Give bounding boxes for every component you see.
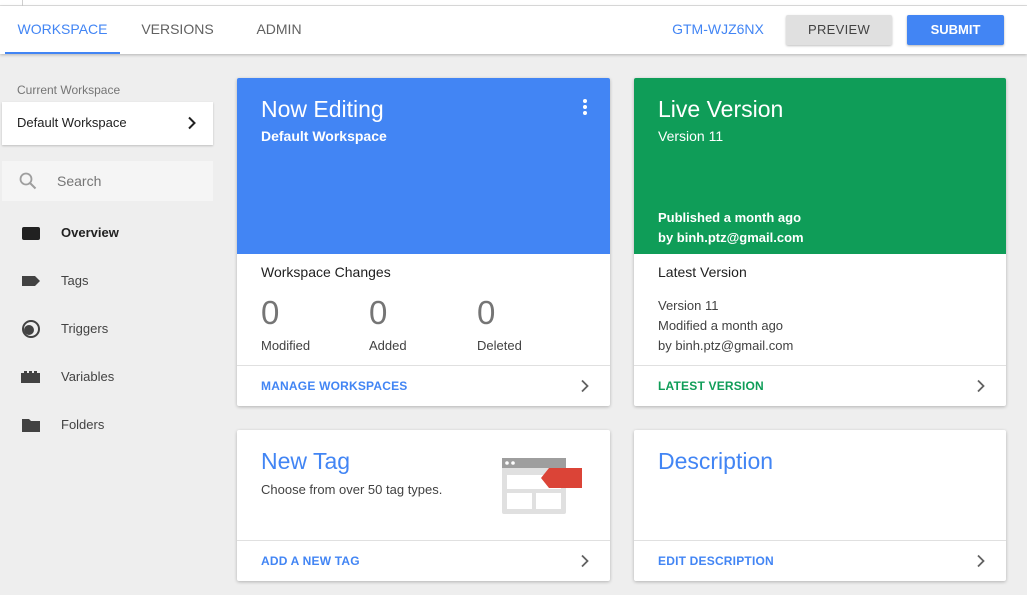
- stat-label: Modified: [261, 338, 311, 353]
- more-vert-icon[interactable]: [580, 99, 590, 117]
- search-box[interactable]: Search: [2, 161, 213, 201]
- sidebar-item-overview[interactable]: Overview: [0, 213, 225, 253]
- stat-modified: 0 Modified: [261, 293, 361, 353]
- description-title: Description: [658, 448, 774, 474]
- live-version-card: Live Version Version 11 Published a mont…: [634, 78, 1006, 406]
- tab-workspace[interactable]: WORKSPACE: [5, 6, 120, 54]
- top-header: WORKSPACE VERSIONS ADMIN GTM-WJZ6NX PREV…: [0, 6, 1027, 54]
- chevron-right-icon: [581, 379, 589, 393]
- latest-version-title: Latest Version: [658, 264, 747, 280]
- edit-description-link[interactable]: EDIT DESCRIPTION: [634, 540, 1006, 581]
- sidebar: Current Workspace Default Workspace Sear…: [0, 54, 225, 595]
- workspace-selector[interactable]: Default Workspace: [2, 102, 213, 145]
- sidebar-item-tags[interactable]: Tags: [0, 261, 225, 301]
- trigger-icon: [22, 320, 40, 338]
- stat-added: 0 Added: [369, 293, 469, 353]
- variables-icon: [21, 371, 40, 383]
- chevron-right-icon: [977, 554, 985, 568]
- current-workspace-label: Current Workspace: [17, 83, 121, 97]
- published-by: by binh.ptz@gmail.com: [658, 230, 804, 245]
- stat-label: Added: [369, 338, 407, 353]
- stat-value: 0: [477, 294, 496, 331]
- live-version-header: Live Version Version 11 Published a mont…: [634, 78, 1006, 254]
- new-tag-card[interactable]: New Tag Choose from over 50 tag types. A…: [237, 430, 610, 581]
- description-card: Description EDIT DESCRIPTION: [634, 430, 1006, 581]
- now-editing-title: Now Editing: [261, 96, 384, 122]
- preview-button[interactable]: PREVIEW: [786, 15, 892, 45]
- chevron-right-icon: [188, 116, 196, 130]
- tag-illustration-icon: [502, 458, 582, 514]
- sidebar-item-triggers[interactable]: Triggers: [0, 309, 225, 349]
- stat-value: 0: [369, 294, 388, 331]
- now-editing-workspace: Default Workspace: [261, 128, 387, 144]
- chevron-right-icon: [977, 379, 985, 393]
- tag-icon: [22, 276, 40, 286]
- stat-value: 0: [261, 294, 280, 331]
- tab-admin[interactable]: ADMIN: [243, 6, 315, 54]
- sidebar-item-label: Triggers: [61, 321, 109, 336]
- stat-label: Deleted: [477, 338, 522, 353]
- latest-version-modified: Modified a month ago: [658, 318, 784, 333]
- overview-icon: [22, 227, 40, 240]
- add-new-tag-label: ADD A NEW TAG: [261, 554, 360, 568]
- stat-deleted: 0 Deleted: [477, 293, 577, 353]
- manage-workspaces-link[interactable]: MANAGE WORKSPACES: [237, 365, 610, 406]
- sidebar-item-folders[interactable]: Folders: [0, 405, 225, 445]
- folder-icon: [22, 419, 40, 432]
- latest-version-author: by binh.ptz@gmail.com: [658, 338, 794, 353]
- search-placeholder: Search: [57, 173, 102, 189]
- now-editing-header: Now Editing Default Workspace: [237, 78, 610, 254]
- latest-version-label: LATEST VERSION: [658, 379, 764, 393]
- sidebar-item-label: Tags: [61, 273, 89, 288]
- live-version-title: Live Version: [658, 96, 784, 122]
- tab-versions[interactable]: VERSIONS: [130, 6, 225, 54]
- sidebar-item-label: Overview: [61, 225, 119, 240]
- published-time: Published a month ago: [658, 210, 802, 225]
- container-id-link[interactable]: GTM-WJZ6NX: [660, 6, 776, 54]
- submit-button[interactable]: SUBMIT: [907, 15, 1004, 45]
- now-editing-card: Now Editing Default Workspace Workspace …: [237, 78, 610, 406]
- edit-description-label: EDIT DESCRIPTION: [658, 554, 774, 568]
- sidebar-item-variables[interactable]: Variables: [0, 357, 225, 397]
- new-tag-description: Choose from over 50 tag types.: [261, 482, 443, 497]
- sidebar-item-label: Folders: [61, 417, 105, 432]
- latest-version-link[interactable]: LATEST VERSION: [634, 365, 1006, 406]
- new-tag-title[interactable]: New Tag: [261, 448, 350, 475]
- chevron-right-icon: [581, 554, 589, 568]
- search-icon: [19, 172, 37, 190]
- latest-version-number: Version 11: [658, 298, 719, 313]
- manage-workspaces-label: MANAGE WORKSPACES: [261, 379, 408, 393]
- workspace-name: Default Workspace: [17, 115, 127, 130]
- add-new-tag-link[interactable]: ADD A NEW TAG: [237, 540, 610, 581]
- workspace-changes-title: Workspace Changes: [261, 264, 391, 280]
- sidebar-item-label: Variables: [61, 369, 115, 384]
- live-version-number: Version 11: [658, 128, 724, 144]
